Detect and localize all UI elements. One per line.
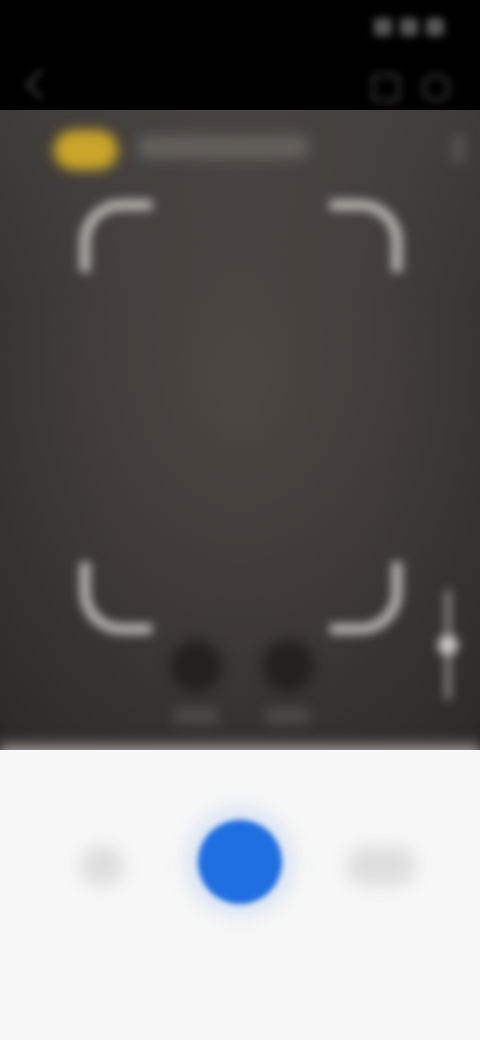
mode-chip-label	[138, 136, 308, 158]
camera-viewfinder[interactable]	[0, 110, 480, 750]
mode-button-2-label	[265, 708, 311, 724]
gallery-button[interactable]	[80, 846, 124, 886]
back-icon[interactable]	[25, 69, 56, 100]
viewfinder-shading	[0, 110, 480, 750]
settings-icon[interactable]	[422, 74, 450, 102]
wifi-icon	[400, 18, 418, 36]
zoom-knob[interactable]	[438, 635, 458, 655]
battery-icon	[426, 18, 444, 36]
signal-icon	[374, 18, 392, 36]
mode-button-1[interactable]	[170, 640, 222, 692]
status-bar	[0, 0, 480, 60]
mode-chip[interactable]	[54, 130, 118, 170]
camera-screen	[0, 0, 480, 1040]
status-icons	[374, 18, 444, 36]
zoom-slider[interactable]	[438, 590, 458, 700]
mode-button-2[interactable]	[262, 640, 314, 692]
layout-icon[interactable]	[372, 74, 400, 102]
switch-mode-button[interactable]	[346, 846, 416, 886]
overflow-icon[interactable]	[452, 136, 466, 162]
top-toolbar	[0, 60, 480, 110]
mode-button-1-label	[173, 708, 219, 724]
shutter-button[interactable]	[198, 820, 282, 904]
